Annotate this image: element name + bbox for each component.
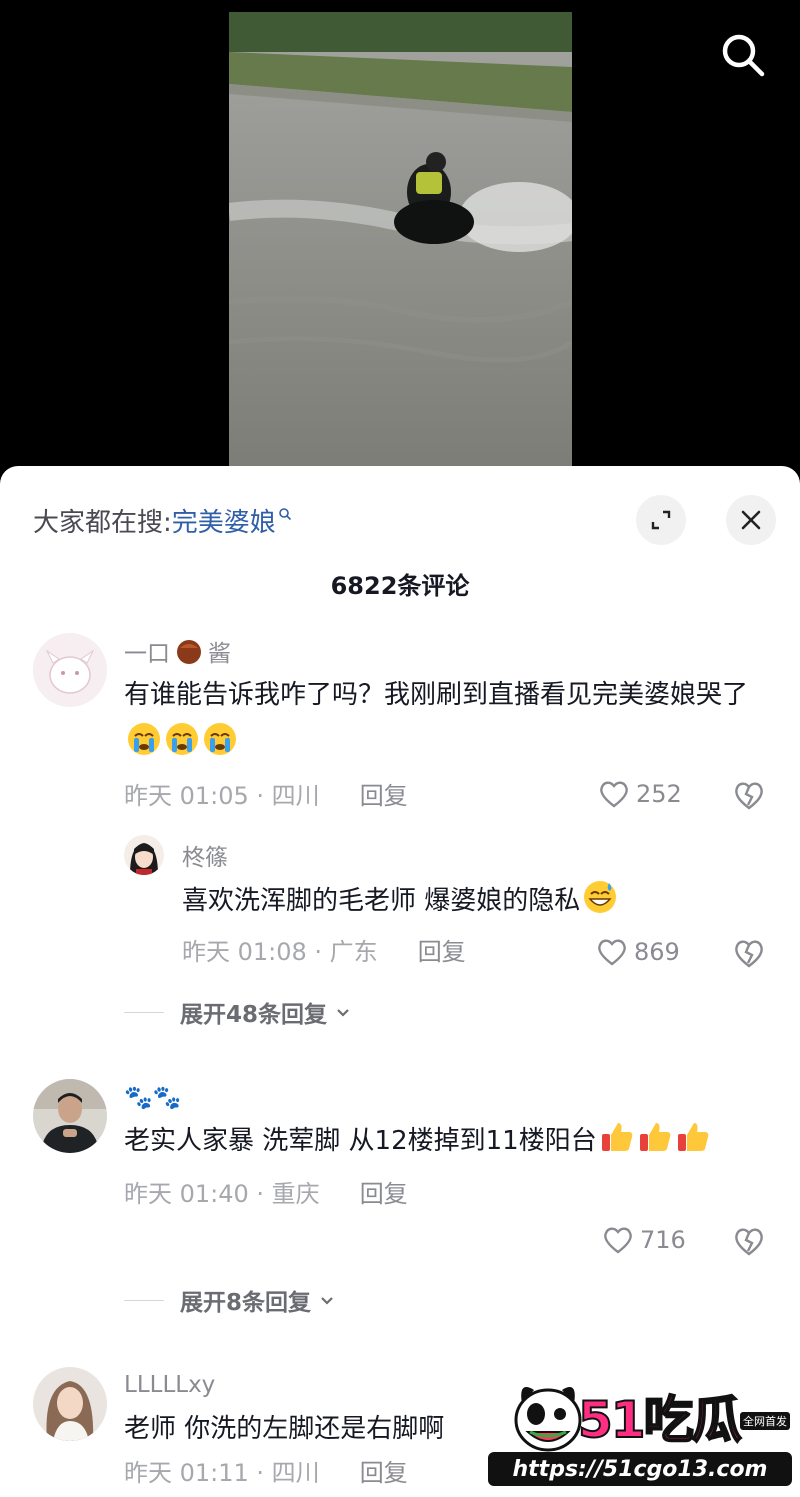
comment-text: 老实人家暴 洗荤脚 从12楼掉到11楼阳台: [124, 1117, 754, 1165]
like-count: 716: [640, 1226, 686, 1254]
trending-keyword-link[interactable]: 完美婆娘: [172, 502, 276, 539]
dislike-icon[interactable]: [732, 937, 766, 969]
avatar[interactable]: [33, 633, 107, 707]
divider: [124, 1299, 164, 1301]
chestnut-icon: [177, 640, 201, 664]
reply-text: 喜欢洗浑脚的毛老师 爆婆娘的隐私: [182, 877, 762, 925]
heart-icon: [600, 781, 628, 808]
reply-button[interactable]: 回复: [360, 1174, 408, 1209]
watermark-tag: 全网首发: [740, 1412, 790, 1430]
comment-text-content: 老实人家暴 洗荤脚 从12楼掉到11楼阳台: [124, 1126, 597, 1156]
comment-sheet: 大家都在搜: 完美婆娘 6822条评论 一口 酱 有谁能告诉我咋了吗？我刚刷到直…: [0, 466, 800, 1497]
avatar[interactable]: [33, 1079, 107, 1153]
like-button[interactable]: 716: [602, 1225, 686, 1255]
expand-icon: [651, 510, 671, 530]
comment-count: 6822条评论: [330, 572, 470, 600]
thumbs-up-icon: [639, 1123, 670, 1151]
chevron-down-icon: [321, 1297, 333, 1305]
expand-replies-button[interactable]: 展开8条回复: [124, 1283, 337, 1317]
comment-list: 一口 酱 有谁能告诉我咋了吗？我刚刷到直播看见完美婆娘哭了 昨天 01:05 ·…: [0, 629, 800, 1497]
crying-face-icon: [128, 723, 160, 755]
crying-face-icon: [204, 723, 236, 755]
comment-item: 一口 酱 有谁能告诉我咋了吗？我刚刷到直播看见完美婆娘哭了 昨天 01:05 ·…: [0, 629, 800, 1049]
mascot-logo: [514, 1387, 582, 1452]
comment-text-content: 有谁能告诉我咋了吗？我刚刷到直播看见完美婆娘哭了: [124, 680, 749, 710]
expand-replies-label: 展开8条回复: [180, 1290, 312, 1316]
comment-time-location: 昨天 01:11 · 四川: [124, 1458, 320, 1486]
thumbs-up-icon: [601, 1123, 632, 1151]
expand-replies-label: 展开48条回复: [180, 1002, 328, 1028]
like-count: 869: [634, 938, 680, 966]
dislike-icon[interactable]: [732, 1225, 766, 1257]
like-button[interactable]: 252: [598, 779, 682, 809]
video-player[interactable]: [0, 0, 800, 520]
heart-icon: [604, 1227, 632, 1254]
comment-time-location: 昨天 01:05 · 四川: [124, 781, 320, 810]
username-part: 酱: [208, 641, 231, 667]
like-button[interactable]: 869: [596, 937, 680, 967]
expand-replies-button[interactable]: 展开48条回复: [124, 995, 353, 1029]
grinning-sweat-icon: [584, 881, 617, 913]
reply-button[interactable]: 回复: [418, 932, 466, 967]
fullscreen-button[interactable]: [636, 495, 686, 545]
watermark: 51吃瓜 全网首发 https://51cgo13.com: [488, 1374, 792, 1486]
sheet-header: 大家都在搜: 完美婆娘: [0, 492, 800, 548]
username[interactable]: 柊篠: [182, 839, 762, 871]
chevron-down-icon: [337, 1009, 349, 1017]
avatar[interactable]: [124, 835, 164, 875]
trending-search[interactable]: 大家都在搜: 完美婆娘: [33, 502, 292, 539]
reply-button[interactable]: 回复: [360, 776, 408, 811]
reply-time-location: 昨天 01:08 · 广东: [182, 937, 378, 966]
crying-face-icon: [166, 723, 198, 755]
like-count: 252: [636, 780, 682, 808]
trending-prefix: 大家都在搜:: [33, 508, 172, 538]
video-frame[interactable]: [229, 12, 572, 482]
reply-text-content: 喜欢洗浑脚的毛老师 爆婆娘的隐私: [182, 886, 581, 916]
username[interactable]: 一口 酱: [124, 635, 764, 667]
thumbs-up-icon: [677, 1123, 708, 1151]
username[interactable]: 🐾🐾: [124, 1081, 764, 1113]
heart-icon: [598, 939, 626, 966]
reply-button[interactable]: 回复: [360, 1455, 408, 1486]
search-icon: [278, 507, 291, 520]
comment-text: 有谁能告诉我咋了吗？我刚刷到直播看见完美婆娘哭了: [124, 671, 764, 767]
comment-time-location: 昨天 01:40 · 重庆: [124, 1179, 320, 1208]
comment-meta: 昨天 01:40 · 重庆 回复: [124, 1171, 764, 1211]
avatar[interactable]: [33, 1367, 107, 1441]
comment-item: 🐾🐾 老实人家暴 洗荤脚 从12楼掉到11楼阳台 昨天 01:40 · 重庆 回…: [0, 1079, 800, 1369]
close-button[interactable]: [726, 495, 776, 545]
username-part: 一口: [124, 641, 170, 667]
search-icon: [722, 34, 765, 77]
divider: [124, 1011, 164, 1013]
dislike-icon[interactable]: [732, 779, 766, 811]
watermark-brand: 51吃瓜: [577, 1390, 743, 1450]
close-icon: [741, 510, 761, 530]
watermark-url: https://51cgo13.com: [488, 1452, 792, 1486]
search-button[interactable]: [718, 30, 768, 80]
